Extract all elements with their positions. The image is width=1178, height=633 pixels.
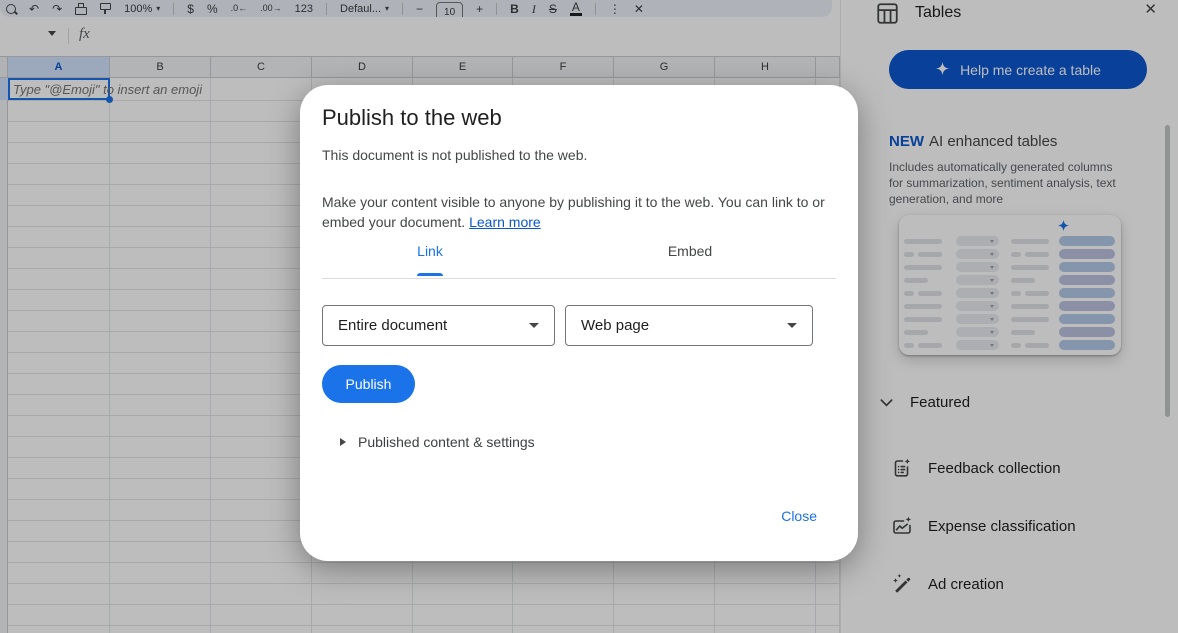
dialog-title: Publish to the web <box>322 105 502 131</box>
publish-format-dropdown[interactable]: Web page <box>565 305 813 346</box>
disclosure-arrow-icon <box>340 438 346 446</box>
tabs-divider <box>322 278 836 279</box>
dropdown-caret-icon <box>529 323 539 328</box>
publish-button[interactable]: Publish <box>322 365 415 403</box>
dialog-close-button[interactable]: Close <box>781 508 817 524</box>
published-content-settings-toggle[interactable]: Published content & settings <box>340 434 535 450</box>
tab-link[interactable]: Link <box>300 243 560 273</box>
active-tab-indicator <box>417 273 443 276</box>
publish-scope-value: Entire document <box>338 317 447 334</box>
tab-embed[interactable]: Embed <box>560 243 820 273</box>
dialog-tabs: LinkEmbed <box>300 243 820 273</box>
dropdown-caret-icon <box>787 323 797 328</box>
publish-scope-dropdown[interactable]: Entire document <box>322 305 555 346</box>
publish-to-web-dialog: Publish to the web This document is not … <box>300 85 858 561</box>
learn-more-link[interactable]: Learn more <box>469 214 541 230</box>
publish-format-value: Web page <box>581 317 649 334</box>
publish-description: Make your content visible to anyone by p… <box>322 192 846 232</box>
publish-status-text: This document is not published to the we… <box>322 147 587 163</box>
